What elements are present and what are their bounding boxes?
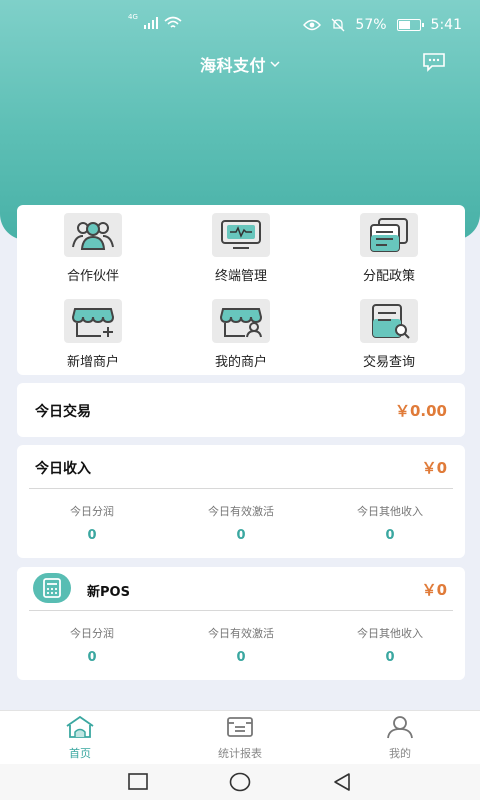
stat-label: 今日有效激活: [208, 505, 274, 518]
add-merchant-icon: [64, 299, 122, 343]
new-pos-card[interactable]: 新POS ￥0 今日分润 0 今日有效激活 0 今日其他收入 0: [17, 567, 465, 680]
stat-label: 今日分润: [70, 505, 114, 518]
signal-icon: [143, 17, 158, 29]
new-pos-title: 新POS: [87, 585, 130, 600]
divider: [29, 610, 453, 611]
divider: [29, 488, 453, 489]
transaction-query-icon: [360, 299, 418, 343]
function-menu-card: 合作伙伴 终端管理 分配政策 新增商户 我的商户 交易查询: [17, 205, 465, 375]
stat-value: 0: [87, 650, 97, 665]
today-income-amount: ￥0: [421, 459, 447, 477]
status-bar: 4G 57% 5:41: [0, 0, 480, 52]
status-right: 57% 5:41: [303, 17, 462, 33]
stat-value: 0: [87, 528, 97, 543]
report-icon: [227, 717, 253, 737]
stat-activations: 今日有效激活 0: [166, 503, 316, 543]
stat-value: 0: [385, 650, 395, 665]
today-income-card[interactable]: 今日收入 ￥0 今日分润 0 今日有效激活 0 今日其他收入 0: [17, 445, 465, 558]
tab-report[interactable]: 统计报表: [180, 715, 300, 761]
stat-activations: 今日有效激活 0: [166, 625, 316, 665]
stat-value: 0: [385, 528, 395, 543]
policy-icon: [360, 213, 418, 257]
system-nav-bar: [0, 764, 480, 800]
menu-label: 终端管理: [214, 269, 267, 284]
circle-nav-icon[interactable]: [229, 772, 251, 792]
battery-fill: [398, 21, 410, 29]
network-tag: 4G: [128, 13, 138, 21]
user-icon: [387, 716, 413, 739]
stat-profit-share: 今日分润 0: [17, 503, 167, 543]
menu-item-policy[interactable]: 分配政策: [329, 205, 449, 285]
square-nav-icon[interactable]: [128, 773, 148, 791]
wifi-icon: [164, 16, 182, 28]
home-icon: [66, 715, 94, 738]
menu-label: 分配政策: [362, 269, 415, 284]
today-trade-title: 今日交易: [35, 404, 91, 420]
stat-other-income: 今日其他收入 0: [315, 625, 465, 665]
app-title: 海科支付: [199, 56, 266, 75]
tab-home[interactable]: 首页: [20, 715, 140, 761]
menu-item-transaction-query[interactable]: 交易查询: [329, 291, 449, 371]
battery-percent: 57%: [355, 17, 387, 33]
stat-label: 今日有效激活: [208, 627, 274, 640]
today-trade-card[interactable]: 今日交易 ￥0.00: [17, 383, 465, 437]
mute-icon: [331, 18, 345, 32]
calculator-icon: [33, 573, 71, 603]
chevron-down-icon: [270, 61, 280, 68]
title-bar: 海科支付: [0, 52, 480, 76]
menu-label: 新增商户: [66, 355, 119, 370]
stat-value: 0: [236, 650, 246, 665]
clock: 5:41: [430, 17, 462, 33]
stat-other-income: 今日其他收入 0: [315, 503, 465, 543]
menu-label: 我的商户: [214, 355, 267, 370]
partners-icon: [64, 213, 122, 257]
battery-icon: [396, 19, 424, 31]
status-left: 4G: [128, 13, 182, 30]
stat-value: 0: [236, 528, 246, 543]
back-nav-icon[interactable]: [332, 772, 352, 792]
menu-item-my-merchant[interactable]: 我的商户: [181, 291, 301, 371]
eye-icon: [303, 19, 322, 31]
app-title-dropdown[interactable]: 海科支付: [200, 52, 280, 76]
menu-label: 合作伙伴: [66, 269, 119, 284]
menu-item-partners[interactable]: 合作伙伴: [33, 205, 153, 285]
tab-mine[interactable]: 我的: [340, 715, 460, 761]
bottom-tab-bar: 首页 统计报表 我的: [0, 710, 480, 764]
chat-icon[interactable]: [422, 52, 446, 72]
tab-label: 统计报表: [218, 747, 262, 760]
today-income-title: 今日收入: [35, 461, 91, 477]
stat-label: 今日分润: [70, 627, 114, 640]
stat-profit-share: 今日分润 0: [17, 625, 167, 665]
new-pos-amount: ￥0: [421, 581, 447, 599]
today-trade-amount: ￥0.00: [394, 402, 447, 420]
tab-label: 首页: [69, 747, 91, 760]
stat-label: 今日其他收入: [357, 505, 423, 518]
terminal-icon: [212, 213, 270, 257]
menu-item-terminal[interactable]: 终端管理: [181, 205, 301, 285]
menu-label: 交易查询: [362, 355, 415, 370]
menu-item-add-merchant[interactable]: 新增商户: [33, 291, 153, 371]
my-merchant-icon: [212, 299, 270, 343]
tab-label: 我的: [389, 747, 411, 760]
stat-label: 今日其他收入: [357, 627, 423, 640]
